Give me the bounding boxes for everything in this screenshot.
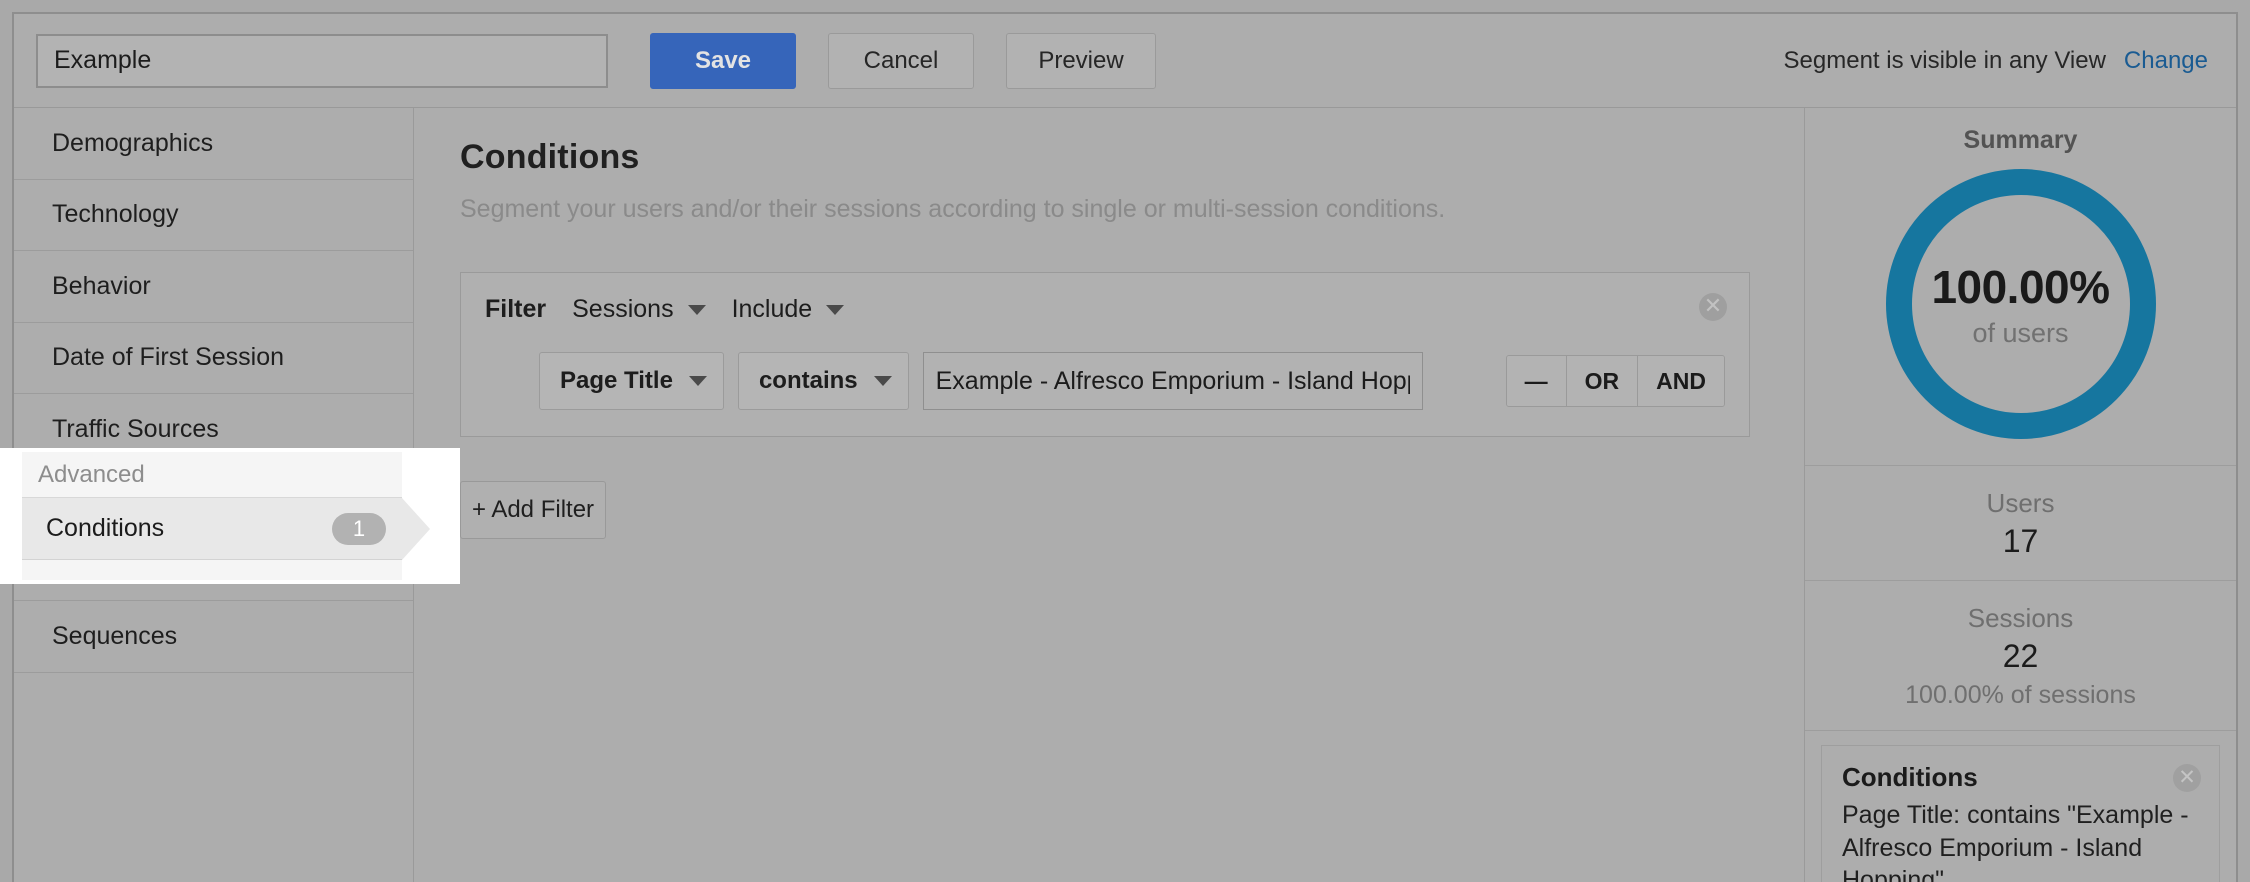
donut-subtitle: of users [1972, 318, 2068, 349]
dimension-value: Page Title [560, 367, 673, 395]
chevron-down-icon [874, 376, 892, 386]
sessions-note: 100.00% of sessions [1805, 681, 2236, 710]
category-sidebar: Demographics Technology Behavior Date of… [14, 108, 414, 882]
cancel-button[interactable]: Cancel [828, 33, 974, 89]
page-title: Conditions [460, 138, 1758, 177]
filter-value-input[interactable] [923, 352, 1423, 410]
filter-scope-select[interactable]: Sessions [572, 295, 705, 324]
sidebar-item-sequences[interactable]: Sequences [14, 601, 413, 673]
preview-button[interactable]: Preview [1006, 33, 1156, 89]
summary-title: Summary [1827, 126, 2214, 155]
logic-button-group: — OR AND [1506, 355, 1725, 407]
sessions-value: 22 [1805, 638, 2236, 675]
users-donut-chart: 100.00% of users [1886, 169, 2156, 439]
users-stat: Users 17 [1805, 466, 2236, 581]
summary-panel: Summary 100.00% of users Users 17 Sessio… [1804, 108, 2236, 882]
top-toolbar: Save Cancel Preview Segment is visible i… [14, 14, 2236, 108]
filter-scope-value: Sessions [572, 295, 673, 324]
chevron-down-icon [826, 305, 844, 315]
close-icon[interactable]: ✕ [1699, 293, 1727, 321]
users-value: 17 [1805, 523, 2236, 560]
sidebar-item-label: Behavior [52, 272, 151, 301]
filter-mode-value: Include [732, 295, 813, 324]
sidebar-item-demographics[interactable]: Demographics [14, 108, 413, 180]
sidebar-item-date-of-first-session[interactable]: Date of First Session [14, 323, 413, 395]
operator-select[interactable]: contains [738, 352, 909, 410]
sidebar-advanced-group-header [14, 466, 413, 530]
conditions-panel: Conditions Segment your users and/or the… [414, 108, 1804, 882]
sessions-label: Sessions [1805, 603, 2236, 634]
sidebar-item-label: Traffic Sources [52, 415, 219, 444]
sidebar-item-conditions[interactable] [14, 530, 413, 602]
sidebar-item-traffic-sources[interactable]: Traffic Sources [14, 394, 413, 466]
filter-card: ✕ Filter Sessions Include [460, 272, 1750, 437]
page-subtitle: Segment your users and/or their sessions… [460, 195, 1758, 224]
save-button[interactable]: Save [650, 33, 796, 89]
close-icon[interactable]: ✕ [2173, 764, 2201, 792]
users-label: Users [1805, 488, 2236, 519]
sidebar-item-label: Sequences [52, 622, 177, 651]
sidebar-item-label: Technology [52, 200, 178, 229]
filter-condition-row: Page Title contains — OR AND [485, 352, 1725, 410]
visibility-note: Segment is visible in any View Change [1784, 47, 2208, 75]
sidebar-item-technology[interactable]: Technology [14, 180, 413, 252]
segment-builder-app: Save Cancel Preview Segment is visible i… [0, 0, 2250, 882]
summary-conditions-card: ✕ Conditions Page Title: contains "Examp… [1821, 745, 2220, 882]
and-button[interactable]: AND [1638, 356, 1724, 406]
sessions-stat: Sessions 22 100.00% of sessions [1805, 581, 2236, 731]
change-visibility-link[interactable]: Change [2124, 47, 2208, 75]
dimension-select[interactable]: Page Title [539, 352, 724, 410]
remove-condition-button[interactable]: — [1507, 356, 1567, 406]
summary-conditions-title: Conditions [1842, 762, 2199, 793]
visibility-text: Segment is visible in any View [1784, 47, 2106, 75]
filter-label: Filter [485, 295, 546, 324]
donut-center-text: 100.00% of users [1886, 169, 2156, 439]
segment-builder-window: Save Cancel Preview Segment is visible i… [12, 12, 2238, 882]
chevron-down-icon [689, 376, 707, 386]
sidebar-item-behavior[interactable]: Behavior [14, 251, 413, 323]
chevron-down-icon [688, 305, 706, 315]
builder-body: Demographics Technology Behavior Date of… [14, 108, 2236, 882]
sidebar-item-label: Demographics [52, 129, 213, 158]
summary-header: Summary 100.00% of users [1805, 108, 2236, 466]
filter-mode-select[interactable]: Include [732, 295, 845, 324]
or-button[interactable]: OR [1567, 356, 1639, 406]
add-filter-button[interactable]: + Add Filter [460, 481, 606, 539]
filter-scope-row: Filter Sessions Include [485, 295, 1725, 324]
donut-percent: 100.00% [1931, 260, 2109, 314]
sidebar-item-label: Date of First Session [52, 343, 284, 372]
segment-name-input[interactable] [36, 34, 608, 88]
summary-conditions-text: Page Title: contains "Example - Alfresco… [1842, 799, 2199, 882]
operator-value: contains [759, 367, 858, 395]
